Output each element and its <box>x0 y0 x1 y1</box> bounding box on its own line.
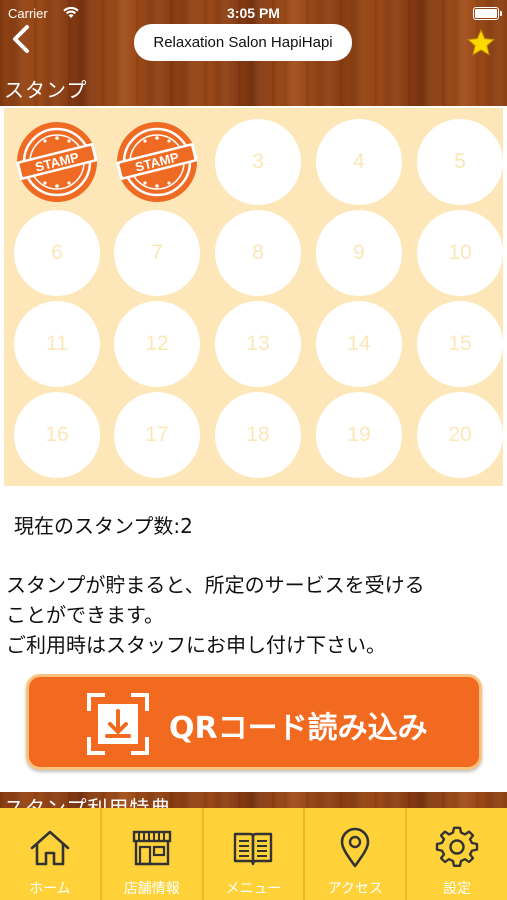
stamp-slot-empty: 17 <box>114 392 200 478</box>
stamp-slot-number: 12 <box>145 332 169 355</box>
favorite-star-button[interactable] <box>466 28 496 58</box>
stamp-slot-empty: 11 <box>14 301 100 387</box>
stamp-mark-icon: STAMP <box>16 122 98 202</box>
stamp-slot-number: 8 <box>252 241 264 264</box>
stamp-slot-number: 17 <box>145 423 169 446</box>
stamp-slot-empty: 3 <box>215 119 301 205</box>
stamp-slot-empty: 13 <box>215 301 301 387</box>
stamp-slot-empty: 7 <box>114 210 200 296</box>
description-line: スタンプが貯まると、所定のサービスを受ける <box>6 573 425 597</box>
tab-access[interactable]: アクセス <box>305 808 408 900</box>
gear-icon <box>435 826 479 867</box>
qr-scan-icon <box>87 693 149 755</box>
tab-label: アクセス <box>327 881 383 897</box>
stamp-slot-empty: 8 <box>215 210 301 296</box>
stamp-slot-number: 3 <box>252 150 264 173</box>
stamp-slot-empty: 15 <box>417 301 503 387</box>
home-icon <box>30 830 70 866</box>
stamp-slot-number: 9 <box>353 241 365 264</box>
stamp-slot-empty: 6 <box>14 210 100 296</box>
stamp-card: STAMP STAMP 3 4 5 6 7 8 9 10 11 12 13 14 15 16 17 18 19 20 <box>4 108 503 486</box>
stamp-slot-number: 7 <box>151 241 163 264</box>
stamp-slot-number: 5 <box>454 150 466 173</box>
tab-menu[interactable]: メニュー <box>204 808 306 900</box>
stamp-slot-empty: 16 <box>14 392 100 478</box>
stamp-count: 現在のスタンプ数:2 <box>14 514 193 538</box>
stamp-slot-empty: 19 <box>316 392 402 478</box>
location-pin-icon <box>340 827 370 868</box>
stamp-slot-number: 16 <box>45 423 69 446</box>
stamp-slot-number: 10 <box>448 241 472 264</box>
stamp-mark-icon: STAMP <box>116 122 198 202</box>
stamp-slot-empty: 5 <box>417 119 503 205</box>
stamp-slot-number: 20 <box>448 423 472 446</box>
stamp-slot-empty: 18 <box>215 392 301 478</box>
stamp-slot-empty: 10 <box>417 210 503 296</box>
stamp-slot-empty: 4 <box>316 119 402 205</box>
stamp-slot-empty: 9 <box>316 210 402 296</box>
stamp-slot-number: 4 <box>353 150 365 173</box>
star-icon <box>466 28 496 56</box>
store-icon <box>132 830 171 866</box>
stamp-section-label: スタンプ <box>4 78 88 102</box>
menu-book-icon <box>234 832 273 866</box>
header: Carrier 3:05 PM Relaxation Salon HapiHap… <box>0 0 507 106</box>
description-line: ことができます。 <box>6 603 164 627</box>
clock: 3:05 PM <box>227 5 280 21</box>
stamp-slot-empty: 20 <box>417 392 503 478</box>
tab-store-info[interactable]: 店舗情報 <box>102 808 204 900</box>
page-title: Relaxation Salon HapiHapi <box>134 24 352 61</box>
tab-label: 設定 <box>443 881 472 897</box>
stamp-slot-number: 15 <box>448 332 472 355</box>
description-line: ご利用時はスタッフにお申し付け下さい。 <box>6 633 386 657</box>
stamp-slot-number: 18 <box>246 423 270 446</box>
stamp-slot-number: 6 <box>51 241 63 264</box>
stamp-slot-empty: 14 <box>316 301 402 387</box>
stamp-slot-number: 19 <box>347 423 371 446</box>
battery-icon <box>473 7 502 20</box>
qr-scan-label: QRコード読み込み <box>169 711 428 746</box>
stamp-slot-number: 14 <box>347 332 371 355</box>
tab-home[interactable]: ホーム <box>0 808 102 900</box>
back-button[interactable] <box>8 24 36 54</box>
stamp-slot-empty: 12 <box>114 301 200 387</box>
qr-scan-button[interactable]: QRコード読み込み <box>26 674 482 770</box>
stamp-description: スタンプが貯まると、所定のサービスを受ける ことができます。 ご利用時はスタッフ… <box>6 570 506 660</box>
tab-settings[interactable]: 設定 <box>407 808 507 900</box>
tab-label: メニュー <box>225 881 282 897</box>
stamp-slot-filled: STAMP <box>14 119 100 205</box>
tab-label: ホーム <box>29 881 71 897</box>
stamp-slot-number: 11 <box>46 332 68 355</box>
tab-bar: ホーム 店舗情報 メニュー アクセス 設定 <box>0 808 507 900</box>
stamp-slot-number: 13 <box>246 332 270 355</box>
tab-label: 店舗情報 <box>123 881 180 897</box>
chevron-left-icon <box>13 25 29 53</box>
stamp-slot-filled: STAMP <box>114 119 200 205</box>
